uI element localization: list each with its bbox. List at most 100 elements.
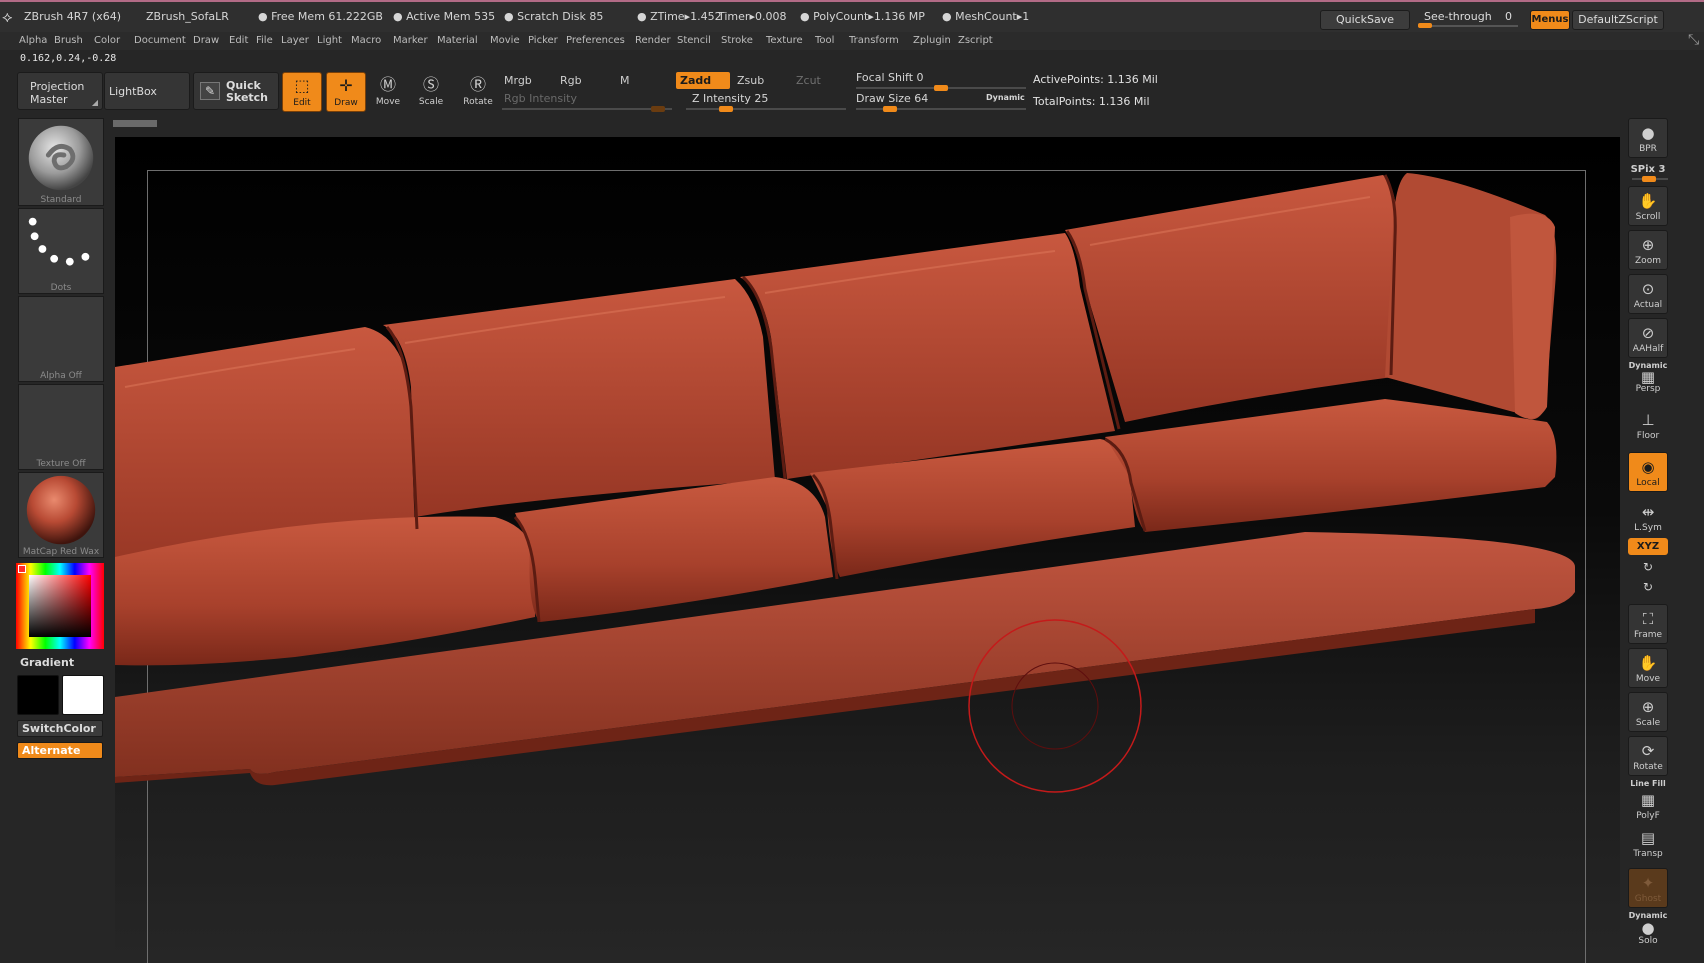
primary-color-swatch[interactable]	[17, 675, 59, 715]
scale-view-button[interactable]: ⊕ Scale	[1628, 692, 1668, 732]
xyz-button[interactable]: XYZ	[1628, 538, 1668, 555]
spix-slider[interactable]	[1632, 176, 1668, 182]
default-zscript-button[interactable]: DefaultZScript	[1572, 10, 1664, 30]
bpr-button[interactable]: ● BPR	[1628, 118, 1668, 158]
move-view-button[interactable]: ✋ Move	[1628, 648, 1668, 688]
local-button[interactable]: ◉ Local	[1628, 452, 1668, 492]
zcut-button[interactable]: Zcut	[792, 72, 846, 89]
mrgb-button[interactable]: Mrgb	[500, 72, 552, 89]
z-intensity-knob[interactable]	[719, 106, 733, 112]
m-button[interactable]: M	[616, 72, 672, 89]
menu-material[interactable]: Material	[437, 35, 478, 46]
rotate-view-icon: ⟳	[1641, 742, 1655, 760]
ghost-button[interactable]: ✦ Ghost	[1628, 868, 1668, 908]
menu-file[interactable]: File	[256, 35, 273, 46]
menu-light[interactable]: Light	[317, 35, 342, 46]
lsym-button[interactable]: ⇹ L.Sym	[1628, 498, 1668, 533]
menu-alpha[interactable]: Alpha	[19, 35, 47, 46]
color-picker-cursor[interactable]	[18, 565, 26, 573]
menu-picker[interactable]: Picker	[528, 35, 558, 46]
menu-document[interactable]: Document	[134, 35, 186, 46]
see-through-value: 0	[1505, 10, 1512, 23]
material-thumbnail[interactable]: MatCap Red Wax	[18, 472, 104, 558]
see-through-label: See-through	[1424, 10, 1492, 23]
draw-size-knob[interactable]	[883, 106, 897, 112]
menu-draw[interactable]: Draw	[193, 35, 219, 46]
pin-icon[interactable]: ⤡	[1688, 32, 1699, 48]
menus-button[interactable]: Menus	[1530, 10, 1570, 30]
scale-button[interactable]: Ⓢ Scale	[411, 72, 451, 112]
bpr-icon: ●	[1641, 124, 1655, 142]
menu-stencil[interactable]: Stencil	[677, 35, 711, 46]
alternate-button[interactable]: Alternate	[17, 742, 103, 759]
alpha-thumbnail[interactable]: Alpha Off	[18, 296, 104, 382]
secondary-color-swatch[interactable]	[62, 675, 104, 715]
stroke-name: Dots	[50, 283, 72, 293]
z-intensity-slider[interactable]	[686, 106, 846, 112]
zsub-button[interactable]: Zsub	[733, 72, 787, 89]
see-through-slider[interactable]	[1418, 23, 1518, 28]
polyf-button[interactable]: ▦ PolyF	[1628, 786, 1668, 821]
rotate-z-icon[interactable]: ↻	[1626, 580, 1670, 594]
menu-marker[interactable]: Marker	[393, 35, 428, 46]
dots-stroke-icon	[28, 217, 90, 266]
gradient-label[interactable]: Gradient	[20, 656, 74, 669]
menu-color[interactable]: Color	[94, 35, 120, 46]
move-button[interactable]: Ⓜ Move	[368, 72, 408, 112]
menu-macro[interactable]: Macro	[351, 35, 381, 46]
menu-zplugin[interactable]: Zplugin	[913, 35, 951, 46]
menu-preferences[interactable]: Preferences	[566, 35, 625, 46]
menu-edit[interactable]: Edit	[229, 35, 248, 46]
quick-sketch-button[interactable]: ✎ Quick Sketch	[193, 72, 279, 110]
menu-tool[interactable]: Tool	[815, 35, 834, 46]
menu-stroke[interactable]: Stroke	[721, 35, 753, 46]
stroke-thumbnail[interactable]: Dots	[18, 208, 104, 294]
texture-thumbnail[interactable]: Texture Off	[18, 384, 104, 470]
local-label: Local	[1636, 478, 1660, 488]
spix-knob[interactable]	[1642, 176, 1656, 182]
menu-transform[interactable]: Transform	[849, 35, 899, 46]
menu-render[interactable]: Render	[635, 35, 671, 46]
menu-texture[interactable]: Texture	[766, 35, 803, 46]
transp-button[interactable]: ▤ Transp	[1628, 824, 1668, 864]
focal-shift-knob[interactable]	[934, 85, 948, 91]
menu-brush[interactable]: Brush	[54, 35, 83, 46]
quicksave-button[interactable]: QuickSave	[1320, 10, 1410, 30]
rotate-view-button[interactable]: ⟳ Rotate	[1628, 736, 1668, 776]
switch-color-button[interactable]: SwitchColor	[17, 720, 103, 737]
brush-thumbnail[interactable]: Standard	[18, 118, 104, 206]
zadd-button[interactable]: Zadd	[676, 72, 730, 89]
rotate-button[interactable]: Ⓡ Rotate	[458, 72, 498, 112]
edit-button[interactable]: ⬚ Edit	[282, 72, 322, 112]
rgb-intensity-knob[interactable]	[651, 106, 666, 112]
focal-shift-slider[interactable]	[856, 85, 1026, 91]
frame-button[interactable]: ⛶ Frame	[1628, 604, 1668, 644]
coordinates-readout: 0.162,0.24,-0.28	[20, 53, 117, 64]
menu-layer[interactable]: Layer	[281, 35, 309, 46]
brush-name: Standard	[40, 195, 82, 205]
rgb-button[interactable]: Rgb	[556, 72, 608, 89]
move-view-icon: ✋	[1638, 654, 1658, 672]
sofa-model[interactable]	[115, 137, 1620, 963]
scroll-button[interactable]: ✋ Scroll	[1628, 186, 1668, 226]
aahalf-button[interactable]: ⊘ AAHalf	[1628, 318, 1668, 358]
persp-button[interactable]: ▦ Persp	[1628, 370, 1668, 398]
rgb-intensity-slider[interactable]	[502, 106, 672, 112]
see-through-knob[interactable]	[1418, 23, 1432, 28]
draw-size-slider[interactable]	[856, 106, 1026, 112]
rotate-y-icon[interactable]: ↻	[1626, 560, 1670, 574]
move-view-label: Move	[1635, 674, 1661, 684]
floor-button[interactable]: ⊥ Floor	[1628, 406, 1668, 446]
menu-zscript[interactable]: Zscript	[958, 35, 993, 46]
draw-button[interactable]: ✛ Draw	[326, 72, 366, 112]
color-picker[interactable]	[16, 563, 104, 649]
solo-button[interactable]: ● Solo	[1628, 920, 1668, 952]
dynamic-toggle[interactable]: Dynamic	[986, 93, 1025, 102]
color-picker-square[interactable]	[29, 575, 91, 637]
lightbox-button[interactable]: LightBox	[104, 72, 190, 110]
draw-label: Draw	[334, 98, 358, 108]
menu-movie[interactable]: Movie	[490, 35, 520, 46]
projection-master-button[interactable]: Projection Master ◢	[17, 72, 103, 110]
actual-button[interactable]: ⊙ Actual	[1628, 274, 1668, 314]
zoom-button[interactable]: ⊕ Zoom	[1628, 230, 1668, 270]
